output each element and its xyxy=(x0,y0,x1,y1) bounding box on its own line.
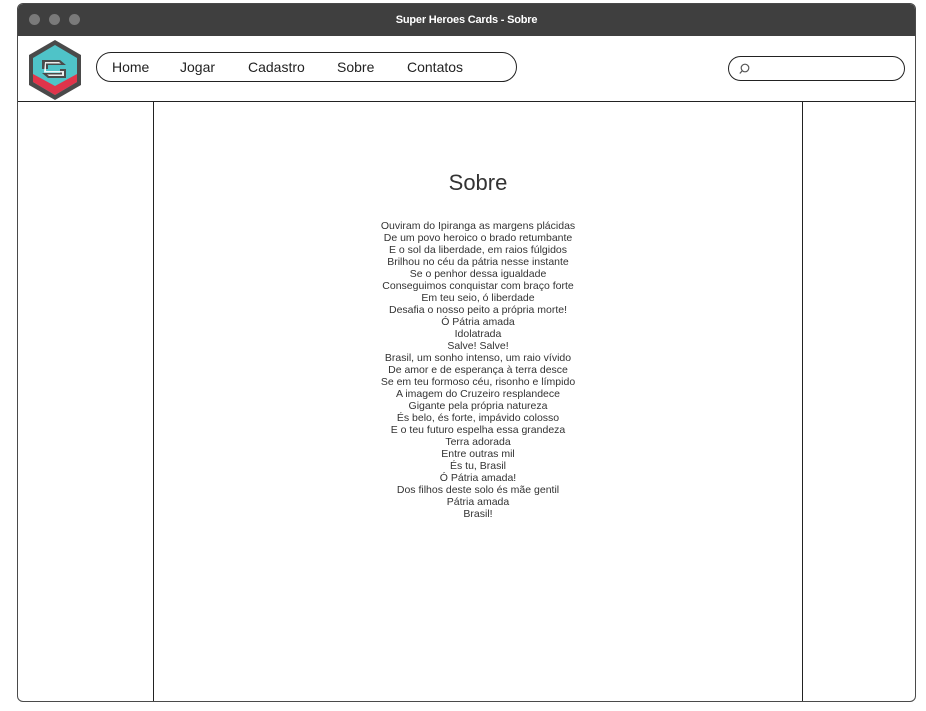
text-line: Se em teu formoso céu, risonho e límpido xyxy=(380,376,576,388)
about-text: Ouviram do Ipiranga as margens plácidas … xyxy=(154,220,802,520)
nav-sobre[interactable]: Sobre xyxy=(337,53,374,81)
text-line: De amor e de esperança à terra desce xyxy=(388,364,568,376)
nav-home[interactable]: Home xyxy=(112,53,149,81)
search-box[interactable] xyxy=(728,56,905,81)
window-title: Super Heroes Cards - Sobre xyxy=(395,14,538,26)
title-bar: Super Heroes Cards - Sobre xyxy=(18,4,915,36)
text-line: A imagem do Cruzeiro resplandece xyxy=(395,388,560,400)
main-nav: Home Jogar Cadastro Sobre Contatos xyxy=(96,52,517,82)
text-line: Desafia o nosso peito a própria morte! xyxy=(388,304,567,316)
text-line: Dos filhos deste solo és mãe gentil xyxy=(396,484,560,496)
text-line: Ouviram do Ipiranga as margens plácidas xyxy=(380,220,576,232)
text-line: E o teu futuro espelha essa grandeza xyxy=(390,424,566,436)
app-window: Super Heroes Cards - Sobre Home Jogar Ca… xyxy=(17,3,916,702)
nav-cadastro[interactable]: Cadastro xyxy=(248,53,305,81)
right-sidebar xyxy=(802,102,915,701)
text-line: Ó Pátria amada! xyxy=(439,472,517,484)
text-line: De um povo heroico o brado retumbante xyxy=(383,232,573,244)
site-header: Home Jogar Cadastro Sobre Contatos xyxy=(18,36,915,102)
text-line: Em teu seio, ó liberdade xyxy=(421,292,535,304)
hexagon-s-logo-icon[interactable] xyxy=(26,38,84,102)
nav-jogar[interactable]: Jogar xyxy=(180,53,215,81)
left-sidebar xyxy=(18,102,154,701)
text-line: Salve! Salve! xyxy=(447,340,509,352)
text-line: És tu, Brasil xyxy=(449,460,507,472)
page-title: Sobre xyxy=(448,170,508,195)
nav-contatos[interactable]: Contatos xyxy=(407,53,463,81)
search-icon[interactable] xyxy=(739,62,753,76)
text-line: Brasil! xyxy=(463,508,493,520)
text-line: Ó Pátria amada xyxy=(441,316,515,328)
text-line: E o sol da liberdade, em raios fúlgidos xyxy=(388,244,568,256)
text-line: Pátria amada xyxy=(446,496,510,508)
text-line: Brilhou no céu da pátria nesse instante xyxy=(387,256,569,268)
text-line: Brasil, um sonho intenso, um raio vívido xyxy=(384,352,572,364)
text-line: Idolatrada xyxy=(454,328,502,340)
main-content: Sobre Ouviram do Ipiranga as margens plá… xyxy=(154,102,802,701)
text-line: Entre outras mil xyxy=(441,448,515,460)
text-line: Terra adorada xyxy=(445,436,511,448)
text-line: Se o penhor dessa igualdade xyxy=(409,268,547,280)
text-line: Gigante pela própria natureza xyxy=(408,400,548,412)
search-input[interactable] xyxy=(757,59,901,80)
text-line: Conseguimos conquistar com braço forte xyxy=(382,280,574,292)
text-line: És belo, és forte, impávido colosso xyxy=(396,412,560,424)
